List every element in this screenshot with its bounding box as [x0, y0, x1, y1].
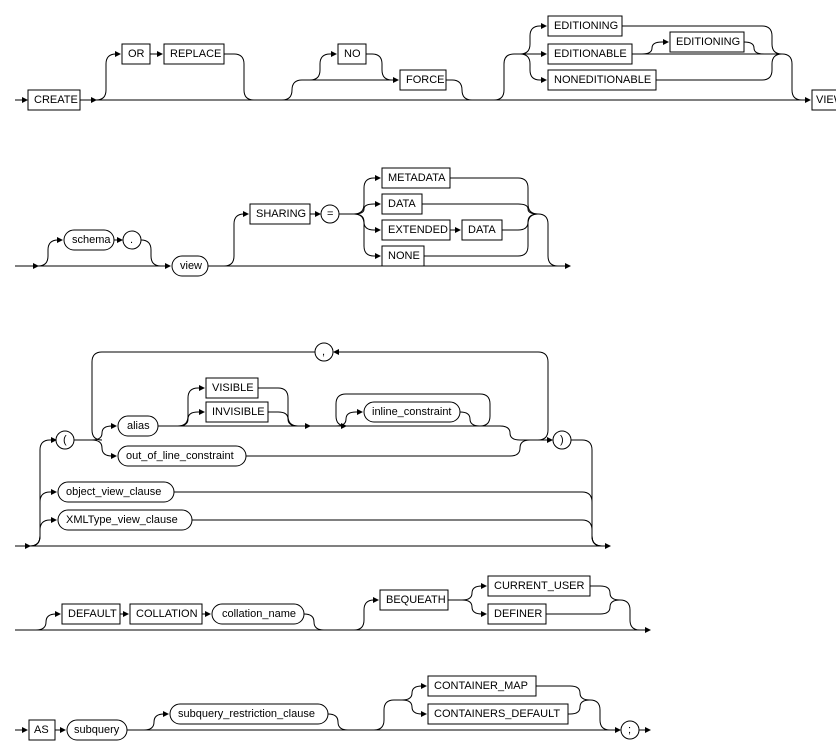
svg-text:OR: OR — [128, 48, 145, 60]
svg-text:;: ; — [628, 724, 631, 736]
svg-text:view: view — [180, 260, 202, 272]
svg-text:BEQUEATH: BEQUEATH — [386, 594, 446, 606]
svg-text:INVISIBLE: INVISIBLE — [212, 406, 265, 418]
svg-text:DEFINER: DEFINER — [494, 608, 542, 620]
svg-text:collation_name: collation_name — [222, 608, 296, 620]
svg-text:EDITIONING: EDITIONING — [554, 20, 618, 32]
svg-text:EDITIONING: EDITIONING — [676, 36, 740, 48]
svg-text:VISIBLE: VISIBLE — [212, 382, 254, 394]
svg-text:schema: schema — [72, 234, 111, 246]
svg-text:.: . — [130, 234, 133, 246]
svg-text:object_view_clause: object_view_clause — [66, 486, 161, 498]
svg-text:NONE: NONE — [388, 250, 420, 262]
svg-text:EXTENDED: EXTENDED — [388, 224, 448, 236]
svg-text:SHARING: SHARING — [256, 208, 306, 220]
svg-text:): ) — [560, 434, 564, 446]
svg-text:subquery: subquery — [74, 724, 120, 736]
svg-text:FORCE: FORCE — [406, 74, 445, 86]
svg-text:NO: NO — [344, 48, 361, 60]
svg-text:CREATE: CREATE — [34, 94, 78, 106]
svg-text:,: , — [322, 346, 325, 358]
svg-text:REPLACE: REPLACE — [170, 48, 221, 60]
svg-text:XMLType_view_clause: XMLType_view_clause — [66, 514, 178, 526]
syntax-railroad-diagram: CREATE OR REPLACE NO FORCE EDITIONING ED… — [10, 10, 836, 745]
svg-text:METADATA: METADATA — [388, 172, 446, 184]
svg-text:inline_constraint: inline_constraint — [372, 406, 452, 418]
svg-text:CONTAINERS_DEFAULT: CONTAINERS_DEFAULT — [434, 708, 560, 720]
svg-text:subquery_restriction_clause: subquery_restriction_clause — [178, 708, 315, 720]
svg-text:COLLATION: COLLATION — [136, 608, 198, 620]
svg-text:CONTAINER_MAP: CONTAINER_MAP — [434, 680, 528, 692]
svg-text:DATA: DATA — [388, 198, 416, 210]
svg-text:(: ( — [63, 434, 67, 446]
svg-text:DEFAULT: DEFAULT — [68, 608, 117, 620]
svg-text:alias: alias — [127, 420, 150, 432]
svg-text:CURRENT_USER: CURRENT_USER — [494, 580, 585, 592]
svg-text:AS: AS — [34, 724, 49, 736]
svg-text:DATA: DATA — [468, 224, 496, 236]
svg-text:EDITIONABLE: EDITIONABLE — [554, 48, 627, 60]
svg-text:=: = — [327, 208, 333, 220]
svg-text:NONEDITIONABLE: NONEDITIONABLE — [554, 74, 651, 86]
svg-text:VIEW: VIEW — [816, 94, 836, 106]
svg-text:out_of_line_constraint: out_of_line_constraint — [126, 450, 234, 462]
